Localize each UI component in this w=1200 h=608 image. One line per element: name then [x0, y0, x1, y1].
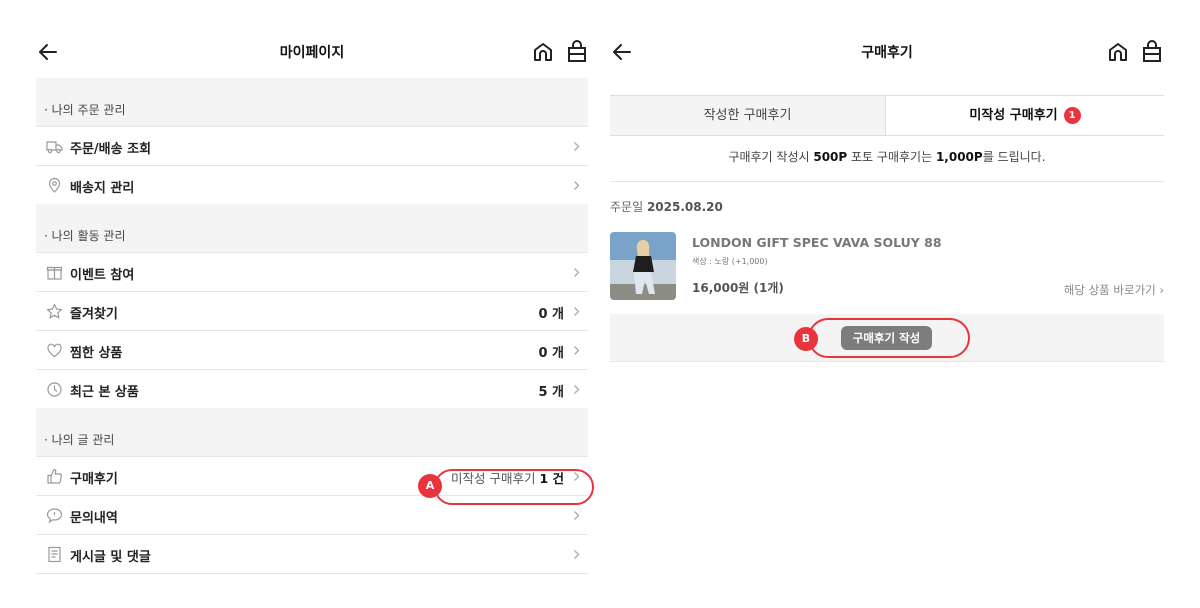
tab-label: 미작성 구매후기	[969, 108, 1058, 123]
point-notice: 구매후기 작성시 500P 포토 구매후기는 1,000P를 드립니다.	[610, 148, 1164, 165]
page-title: 구매후기	[861, 45, 913, 61]
section-heading: · 나의 주문 관리	[44, 103, 126, 117]
chevron-right-icon: ›	[1159, 283, 1164, 297]
chevron-right-icon	[574, 511, 580, 520]
menu-item-label: 배송지 관리	[70, 181, 135, 196]
menu-item-count: 0 개	[538, 307, 564, 322]
shopping-bag-icon[interactable]	[1141, 40, 1163, 64]
callout-a-badge: A	[418, 474, 442, 498]
clock-icon	[47, 382, 62, 397]
notice-text: 를 드립니다.	[982, 150, 1046, 164]
section-heading: · 나의 글 관리	[44, 433, 115, 447]
gift-icon	[46, 266, 63, 280]
menu-item-label: 이벤트 참여	[70, 268, 135, 283]
purchase-review-screen: 구매후기 작성한 구매후기 미작성 구매후기 1 구매후기 작성시 500P 포토…	[610, 28, 1164, 362]
section-post-management: · 나의 글 관리	[36, 408, 588, 456]
home-icon[interactable]	[532, 40, 554, 64]
menu-item-count: 5 개	[538, 385, 564, 400]
page-title: 마이페이지	[279, 45, 345, 61]
unwritten-count-badge: 1	[1063, 107, 1081, 124]
chevron-right-icon	[574, 307, 580, 316]
product-photo-image	[610, 232, 676, 300]
order-date: 주문일 2025.08.20	[610, 198, 723, 215]
product-thumbnail[interactable]	[610, 232, 676, 300]
order-date-value: 2025.08.20	[646, 200, 723, 214]
section-activity-management: · 나의 활동 관리	[36, 204, 588, 252]
notice-text: 구매후기 작성시	[728, 150, 814, 164]
callout-a-highlight	[434, 469, 594, 505]
menu-item-label: 주문/배송 조회	[70, 142, 152, 157]
thumbs-up-icon	[47, 468, 62, 484]
menu-item-label: 게시글 및 댓글	[70, 550, 151, 565]
chevron-right-icon	[574, 346, 580, 355]
callout-b-highlight	[808, 318, 970, 358]
menu-item-label: 찜한 상품	[70, 346, 123, 361]
chevron-right-icon	[574, 268, 580, 277]
section-order-management: · 나의 주문 관리	[36, 78, 588, 126]
chevron-right-icon	[574, 550, 580, 559]
product-option: 색상 : 노랑 (+1,000)	[692, 257, 768, 266]
menu-item-label: 최근 본 상품	[70, 385, 139, 400]
notice-text: 포토 구매후기는	[847, 150, 936, 164]
chevron-right-icon	[574, 142, 580, 151]
order-date-label: 주문일	[610, 200, 647, 214]
star-icon	[46, 303, 63, 319]
menu-item-recently-viewed[interactable]: 최근 본 상품 5 개	[36, 369, 588, 408]
tab-written-reviews[interactable]: 작성한 구매후기	[610, 96, 886, 135]
menu-item-wishlist[interactable]: 찜한 상품 0 개	[36, 330, 588, 369]
menu-item-events[interactable]: 이벤트 참여	[36, 252, 588, 291]
product-price: 16,000원 (1개)	[692, 281, 784, 295]
callout-b-badge: B	[794, 327, 818, 351]
menu-item-address-management[interactable]: 배송지 관리	[36, 165, 588, 204]
shopping-bag-icon[interactable]	[566, 40, 588, 64]
menu-item-order-tracking[interactable]: 주문/배송 조회	[36, 126, 588, 165]
notice-points: 500P	[813, 150, 848, 164]
menu-item-label: 즐겨찾기	[70, 307, 118, 322]
menu-item-favorites[interactable]: 즐겨찾기 0 개	[36, 291, 588, 330]
location-pin-icon	[48, 177, 61, 193]
menu-item-label: 문의내역	[70, 511, 118, 526]
truck-icon	[46, 141, 63, 154]
divider	[610, 181, 1164, 182]
tab-unwritten-reviews[interactable]: 미작성 구매후기 1	[886, 96, 1164, 135]
product-name: LONDON GIFT SPEC VAVA SOLUY 88	[692, 235, 942, 250]
review-header: 구매후기	[610, 28, 1164, 78]
list-bottom-divider	[36, 573, 588, 574]
menu-item-count: 0 개	[538, 346, 564, 361]
home-icon[interactable]	[1107, 40, 1129, 64]
go-to-product-link[interactable]: 해당 상품 바로가기 ›	[1064, 282, 1164, 298]
mypage-header: 마이페이지	[36, 28, 588, 78]
link-label: 해당 상품 바로가기	[1063, 283, 1156, 297]
heart-icon	[47, 343, 62, 358]
section-heading: · 나의 활동 관리	[44, 229, 126, 243]
notice-photo-points: 1,000P	[935, 150, 983, 164]
menu-item-label: 구매후기	[70, 472, 118, 487]
document-icon	[48, 546, 61, 563]
review-tabs: 작성한 구매후기 미작성 구매후기 1	[610, 95, 1164, 136]
tab-label: 작성한 구매후기	[703, 108, 792, 123]
chevron-right-icon	[574, 385, 580, 394]
chevron-right-icon	[574, 181, 580, 190]
speech-bubble-icon	[46, 508, 63, 524]
menu-item-posts-comments[interactable]: 게시글 및 댓글	[36, 534, 588, 573]
